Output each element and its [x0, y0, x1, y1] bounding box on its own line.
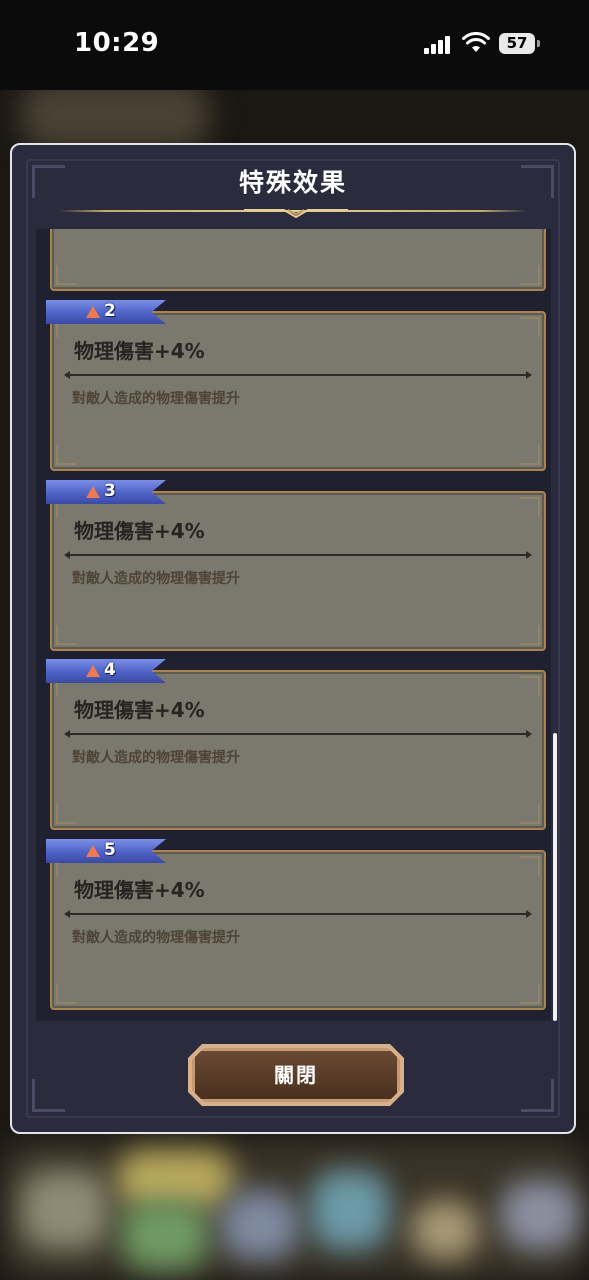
- wifi-icon: [462, 32, 490, 52]
- up-triangle-icon: [86, 486, 100, 498]
- effect-name: 物理傷害+4%: [74, 878, 205, 902]
- up-triangle-icon: [86, 665, 100, 677]
- effect-description: 對敵人造成的物理傷害提升: [72, 750, 240, 766]
- effect-card: 物理傷害+4% 對敵人造成的物理傷害提升: [50, 311, 546, 471]
- effect-divider: [64, 551, 532, 559]
- dialog-title: 特殊效果: [238, 168, 347, 197]
- effect-description: 對敵人造成的物理傷害提升: [72, 571, 240, 587]
- title-ornament: [244, 209, 348, 219]
- up-triangle-icon: [86, 306, 100, 318]
- effect-card-partial: [50, 229, 546, 291]
- signal-icon: [424, 36, 452, 54]
- level-number: 2: [104, 301, 116, 321]
- effect-card: 物理傷害+4% 對敵人造成的物理傷害提升: [50, 670, 546, 830]
- close-button[interactable]: 關閉: [192, 1048, 400, 1102]
- status-time: 10:29: [74, 28, 160, 58]
- effect-divider: [64, 730, 532, 738]
- level-tag: 2: [46, 300, 166, 324]
- effect-card: 物理傷害+4% 對敵人造成的物理傷害提升: [50, 491, 546, 651]
- frame-corner: [32, 1079, 65, 1112]
- effect-description: 對敵人造成的物理傷害提升: [72, 391, 240, 407]
- effect-name: 物理傷害+4%: [74, 519, 205, 543]
- battery-icon: 57: [499, 33, 535, 54]
- effect-description: 對敵人造成的物理傷害提升: [72, 930, 240, 946]
- up-triangle-icon: [86, 845, 100, 857]
- level-tag: 3: [46, 480, 166, 504]
- frame-corner: [521, 1079, 554, 1112]
- effect-name: 物理傷害+4%: [74, 339, 205, 363]
- list-scrollbar[interactable]: [553, 733, 557, 1021]
- battery-tip: [537, 40, 540, 47]
- level-number: 4: [104, 660, 116, 680]
- level-tag: 5: [46, 839, 166, 863]
- level-number: 5: [104, 840, 116, 860]
- effects-list[interactable]: 物理傷害+4% 對敵人造成的物理傷害提升 2 物理傷害+4% 對敵人造成的物理傷…: [36, 229, 551, 1021]
- special-effects-dialog: 特殊效果 物理傷害+4% 對敵人造成的物理傷害提升 2 物理傷害+4% 對敵人造…: [10, 143, 576, 1134]
- status-bar: 10:29 57: [0, 0, 589, 90]
- effect-divider: [64, 910, 532, 918]
- effect-divider: [64, 371, 532, 379]
- effect-name: 物理傷害+4%: [74, 698, 205, 722]
- effect-card: 物理傷害+4% 對敵人造成的物理傷害提升: [50, 850, 546, 1010]
- level-tag: 4: [46, 659, 166, 683]
- level-number: 3: [104, 481, 116, 501]
